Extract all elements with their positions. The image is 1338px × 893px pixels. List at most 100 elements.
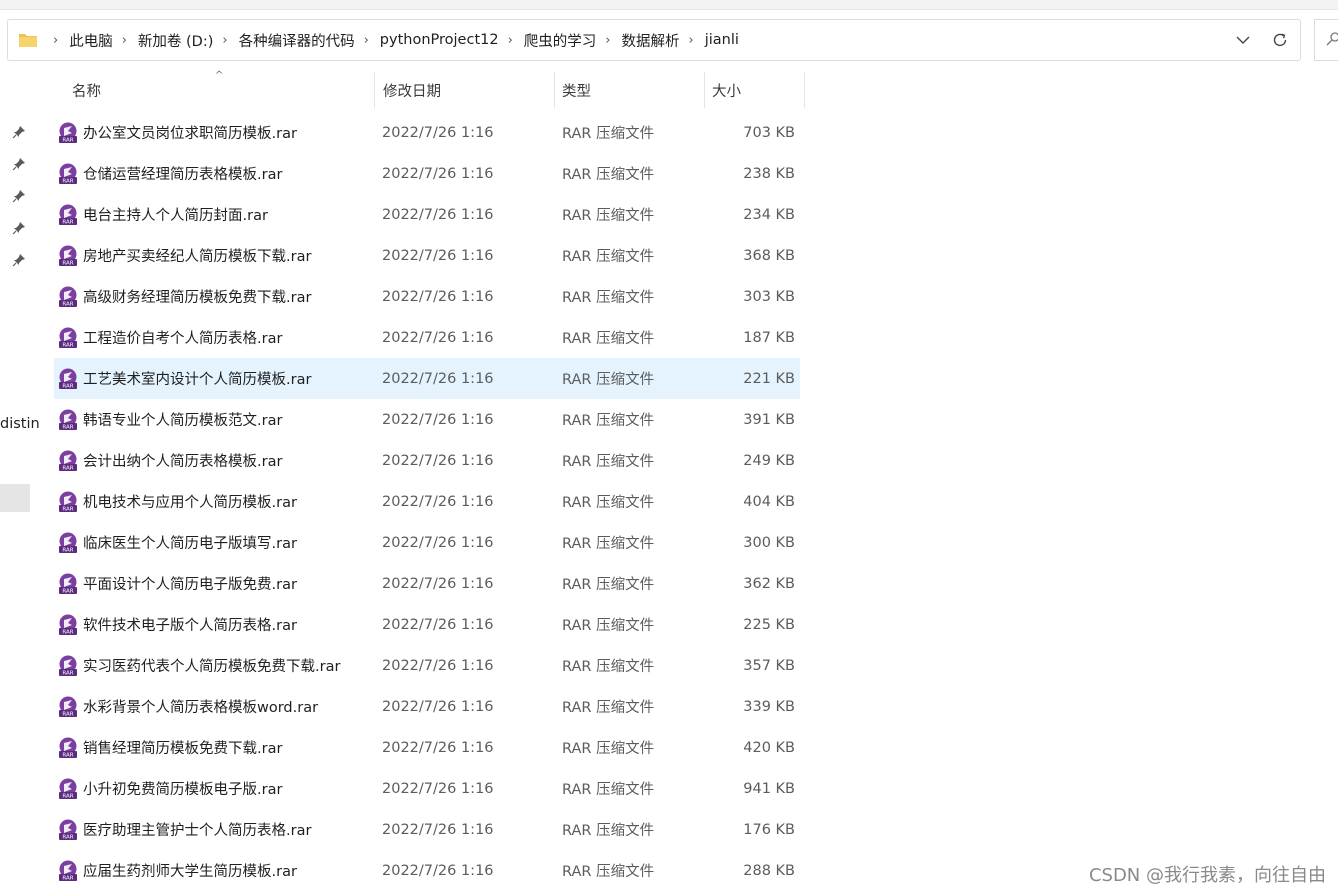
file-type: RAR 压缩文件 — [562, 167, 655, 183]
file-name-cell[interactable]: RAR 水彩背景个人简历表格模板word.rar — [58, 686, 318, 727]
file-date: 2022/7/26 1:16 — [382, 165, 494, 182]
file-date: 2022/7/26 1:16 — [382, 862, 494, 879]
pin-icon[interactable] — [12, 253, 26, 267]
file-row[interactable]: RAR 销售经理简历模板免费下载.rar 2022/7/26 1:16 RAR 压缩文… — [54, 727, 800, 768]
pin-icon[interactable] — [12, 125, 26, 139]
chevron-down-icon[interactable] — [1236, 35, 1250, 45]
file-name-cell[interactable]: RAR 软件技术电子版个人简历表格.rar — [58, 604, 297, 645]
file-date: 2022/7/26 1:16 — [382, 329, 494, 346]
pin-icon[interactable] — [12, 221, 26, 235]
file-list: RAR 办公室文员岗位求职简历模板.rar 2022/7/26 1:16 RAR 压缩… — [54, 112, 800, 891]
chevron-right-icon[interactable]: › — [605, 33, 610, 48]
address-bar[interactable]: › 此电脑 › 新加卷 (D:) › 各种编译器的代码 › pythonProj… — [7, 19, 1301, 61]
search-box[interactable] — [1314, 19, 1338, 61]
breadcrumb-item-data-parsing[interactable]: 数据解析 — [622, 30, 680, 51]
file-name-cell[interactable]: RAR 工艺美术室内设计个人简历模板.rar — [58, 358, 311, 399]
file-row[interactable]: RAR 实习医药代表个人简历模板免费下载.rar 2022/7/26 1:16 RAR… — [54, 645, 800, 686]
breadcrumb-item-this-pc[interactable]: 此电脑 — [69, 30, 113, 51]
file-row[interactable]: RAR 办公室文员岗位求职简历模板.rar 2022/7/26 1:16 RAR 压缩… — [54, 112, 800, 153]
window-top-strip — [0, 0, 1338, 10]
file-type: RAR 压缩文件 — [562, 249, 655, 265]
chevron-right-icon[interactable]: › — [122, 33, 127, 48]
file-name: 平面设计个人简历电子版免费.rar — [83, 577, 297, 593]
file-row[interactable]: RAR 高级财务经理简历模板免费下载.rar 2022/7/26 1:16 RAR 压… — [54, 276, 800, 317]
file-name: 软件技术电子版个人简历表格.rar — [83, 618, 297, 634]
chevron-right-icon[interactable]: › — [689, 33, 694, 48]
file-row[interactable]: RAR 水彩背景个人简历表格模板word.rar 2022/7/26 1:16 RAR… — [54, 686, 800, 727]
file-row[interactable]: RAR 房地产买卖经纪人简历模板下载.rar 2022/7/26 1:16 RAR 压… — [54, 235, 800, 276]
file-name-cell[interactable]: RAR 医疗助理主管护士个人简历表格.rar — [58, 809, 311, 850]
chevron-right-icon[interactable]: › — [508, 33, 513, 48]
file-type: RAR 压缩文件 — [562, 290, 655, 306]
breadcrumb-item-crawler-study[interactable]: 爬虫的学习 — [524, 30, 597, 51]
file-type: RAR 压缩文件 — [562, 454, 655, 470]
file-size: 238 KB — [743, 165, 795, 182]
file-name-cell[interactable]: RAR 房地产买卖经纪人简历模板下载.rar — [58, 235, 311, 276]
file-row[interactable]: RAR 软件技术电子版个人简历表格.rar 2022/7/26 1:16 RAR 压缩… — [54, 604, 800, 645]
nav-item-selected[interactable] — [0, 484, 30, 512]
file-row[interactable]: RAR 小升初免费简历模板电子版.rar 2022/7/26 1:16 RAR 压缩文… — [54, 768, 800, 809]
rar-archive-icon: RAR — [59, 368, 77, 389]
file-row[interactable]: RAR 医疗助理主管护士个人简历表格.rar 2022/7/26 1:16 RAR 压… — [54, 809, 800, 850]
column-header-size[interactable]: 大小 — [705, 72, 805, 108]
file-row[interactable]: RAR 工程造价自考个人简历表格.rar 2022/7/26 1:16 RAR 压缩文… — [54, 317, 800, 358]
chevron-right-icon[interactable]: › — [364, 33, 369, 48]
search-icon — [1326, 32, 1338, 46]
file-name-cell[interactable]: RAR 电台主持人个人简历封面.rar — [58, 194, 268, 235]
file-name-cell[interactable]: RAR 工程造价自考个人简历表格.rar — [58, 317, 282, 358]
column-header-name[interactable]: 名称 ^ — [54, 70, 375, 108]
file-name-cell[interactable]: RAR 办公室文员岗位求职简历模板.rar — [58, 112, 297, 153]
file-name-cell[interactable]: RAR 韩语专业个人简历模板范文.rar — [58, 399, 282, 440]
file-name-cell[interactable]: RAR 小升初免费简历模板电子版.rar — [58, 768, 282, 809]
file-name-cell[interactable]: RAR 高级财务经理简历模板免费下载.rar — [58, 276, 311, 317]
file-row[interactable]: RAR 平面设计个人简历电子版免费.rar 2022/7/26 1:16 RAR 压缩… — [54, 563, 800, 604]
file-row[interactable]: RAR 韩语专业个人简历模板范文.rar 2022/7/26 1:16 RAR 压缩文… — [54, 399, 800, 440]
rar-archive-icon: RAR — [59, 450, 77, 471]
file-size: 176 KB — [743, 821, 795, 838]
svg-text:RAR: RAR — [62, 260, 73, 266]
breadcrumb-item-compiler-code[interactable]: 各种编译器的代码 — [239, 30, 355, 51]
file-name-cell[interactable]: RAR 实习医药代表个人简历模板免费下载.rar — [58, 645, 340, 686]
chevron-right-icon[interactable]: › — [53, 33, 58, 48]
file-row[interactable]: RAR 临床医生个人简历电子版填写.rar 2022/7/26 1:16 RAR 压缩… — [54, 522, 800, 563]
file-name-cell[interactable]: RAR 临床医生个人简历电子版填写.rar — [58, 522, 297, 563]
rar-archive-icon: RAR — [59, 860, 77, 881]
refresh-icon[interactable] — [1272, 32, 1288, 48]
file-name-cell[interactable]: RAR 仓储运营经理简历表格模板.rar — [58, 153, 282, 194]
svg-text:RAR: RAR — [62, 629, 73, 635]
file-type: RAR 压缩文件 — [562, 126, 655, 142]
file-name-cell[interactable]: RAR 机电技术与应用个人简历模板.rar — [58, 481, 297, 522]
nav-item-label[interactable]: distin — [0, 416, 40, 432]
file-type: RAR 压缩文件 — [562, 864, 655, 880]
breadcrumb-item-jianli[interactable]: jianli — [705, 32, 739, 48]
file-date: 2022/7/26 1:16 — [382, 821, 494, 838]
file-row[interactable]: RAR 电台主持人个人简历封面.rar 2022/7/26 1:16 RAR 压缩文件… — [54, 194, 800, 235]
file-name: 小升初免费简历模板电子版.rar — [83, 782, 283, 798]
column-header-type[interactable]: 类型 — [555, 72, 705, 108]
column-header-date[interactable]: 修改日期 — [375, 72, 555, 108]
file-name-cell[interactable]: RAR 销售经理简历模板免费下载.rar — [58, 727, 282, 768]
file-row[interactable]: RAR 工艺美术室内设计个人简历模板.rar 2022/7/26 1:16 RAR 压… — [54, 358, 800, 399]
file-row[interactable]: RAR 应届生药剂师大学生简历模板.rar 2022/7/26 1:16 RAR 压缩… — [54, 850, 800, 891]
file-type: RAR 压缩文件 — [562, 208, 655, 224]
file-size: 221 KB — [743, 370, 795, 387]
breadcrumb-item-drive-d[interactable]: 新加卷 (D:) — [138, 30, 213, 51]
rar-archive-icon: RAR — [59, 327, 77, 348]
rar-archive-icon: RAR — [59, 737, 77, 758]
chevron-right-icon[interactable]: › — [222, 33, 227, 48]
file-date: 2022/7/26 1:16 — [382, 575, 494, 592]
pin-icon[interactable] — [12, 189, 26, 203]
pin-icon[interactable] — [12, 157, 26, 171]
file-name: 医疗助理主管护士个人简历表格.rar — [83, 823, 312, 839]
file-name-cell[interactable]: RAR 会计出纳个人简历表格模板.rar — [58, 440, 282, 481]
file-type: RAR 压缩文件 — [562, 700, 655, 716]
file-name-cell[interactable]: RAR 应届生药剂师大学生简历模板.rar — [58, 850, 297, 891]
file-row[interactable]: RAR 仓储运营经理简历表格模板.rar 2022/7/26 1:16 RAR 压缩文… — [54, 153, 800, 194]
file-row[interactable]: RAR 会计出纳个人简历表格模板.rar 2022/7/26 1:16 RAR 压缩文… — [54, 440, 800, 481]
file-name-cell[interactable]: RAR 平面设计个人简历电子版免费.rar — [58, 563, 297, 604]
file-row[interactable]: RAR 机电技术与应用个人简历模板.rar 2022/7/26 1:16 RAR 压缩… — [54, 481, 800, 522]
file-date: 2022/7/26 1:16 — [382, 124, 494, 141]
file-date: 2022/7/26 1:16 — [382, 739, 494, 756]
breadcrumb-item-pythonproject12[interactable]: pythonProject12 — [380, 32, 499, 48]
file-date: 2022/7/26 1:16 — [382, 780, 494, 797]
